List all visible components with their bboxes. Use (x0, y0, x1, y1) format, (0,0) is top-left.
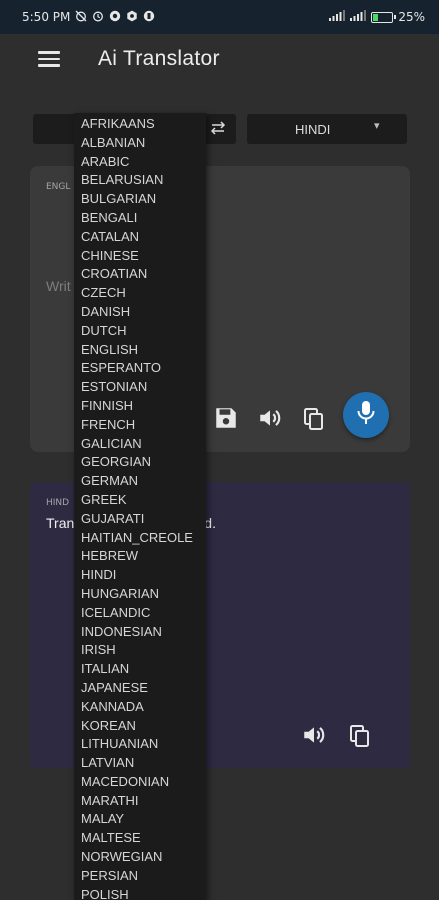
language-option[interactable]: ARABIC (74, 153, 206, 172)
language-option[interactable]: HUNGARIAN (74, 585, 206, 604)
language-option[interactable]: ALBANIAN (74, 134, 206, 153)
language-option[interactable]: POLISH (74, 886, 206, 900)
source-text-input[interactable]: Writ (46, 278, 71, 294)
mic-button[interactable] (343, 392, 389, 438)
status-bar-right: 25% (329, 10, 425, 24)
language-option[interactable]: GREEK (74, 491, 206, 510)
language-option[interactable]: AFRIKAANS (74, 115, 206, 134)
language-option[interactable]: CZECH (74, 284, 206, 303)
language-option[interactable]: DUTCH (74, 322, 206, 341)
language-option[interactable]: CROATIAN (74, 265, 206, 284)
speaker-icon[interactable] (300, 722, 328, 752)
battery-charging-icon (371, 11, 397, 23)
language-dropdown-list[interactable]: AFRIKAANS ALBANIAN ARABIC BELARUSIAN BULGARI… (74, 113, 206, 900)
settings-icon (126, 10, 138, 24)
language-option[interactable]: NORWEGIAN (74, 848, 206, 867)
save-icon[interactable] (213, 405, 239, 435)
app-bar: Ai Translator (0, 34, 439, 88)
target-language-value: HINDI (295, 122, 331, 137)
mic-icon (356, 400, 376, 430)
language-option[interactable]: FINNISH (74, 397, 206, 416)
copy-icon[interactable] (349, 724, 371, 752)
language-option[interactable]: ENGLISH (74, 341, 206, 360)
language-option[interactable]: ESTONIAN (74, 378, 206, 397)
battery-percent: 25% (398, 10, 425, 24)
language-option[interactable]: KANNADA (74, 698, 206, 717)
source-language-label: ENGL (46, 182, 71, 192)
hamburger-menu-icon[interactable] (38, 51, 60, 69)
language-option[interactable]: GALICIAN (74, 435, 206, 454)
language-option[interactable]: GUJARATI (74, 510, 206, 529)
target-language-label: HIND (46, 498, 70, 508)
target-language-select[interactable]: HINDI ▾ (247, 114, 407, 144)
language-option[interactable]: CHINESE (74, 247, 206, 266)
language-option[interactable]: ESPERANTO (74, 359, 206, 378)
language-option[interactable]: LATVIAN (74, 754, 206, 773)
language-option[interactable]: MACEDONIAN (74, 773, 206, 792)
alarm-icon (92, 10, 104, 24)
chevron-down-icon: ▾ (374, 120, 380, 132)
language-dropdown-items: AFRIKAANS ALBANIAN ARABIC BELARUSIAN BULGARI… (74, 115, 206, 900)
language-option[interactable]: HINDI (74, 566, 206, 585)
alarm-off-icon (75, 10, 87, 24)
language-option[interactable]: HEBREW (74, 547, 206, 566)
signal-icon (350, 10, 367, 24)
language-option[interactable]: DANISH (74, 303, 206, 322)
language-option[interactable]: INDONESIAN (74, 623, 206, 642)
copy-icon[interactable] (303, 407, 325, 435)
language-option[interactable]: KOREAN (74, 717, 206, 736)
status-bar-left: 5:50 PM (22, 10, 155, 24)
language-option[interactable]: GERMAN (74, 472, 206, 491)
app-title: Ai Translator (98, 47, 220, 70)
language-option[interactable]: MALTESE (74, 829, 206, 848)
language-option[interactable]: IRISH (74, 641, 206, 660)
signal-icon (329, 10, 346, 24)
language-option[interactable]: BELARUSIAN (74, 171, 206, 190)
speaker-icon[interactable] (256, 405, 284, 435)
status-bar: 5:50 PM 25% (0, 0, 439, 34)
language-option[interactable]: HAITIAN_CREOLE (74, 529, 206, 548)
status-time: 5:50 PM (22, 10, 71, 24)
language-option[interactable]: BULGARIAN (74, 190, 206, 209)
battery-level (373, 13, 378, 21)
translated-text-tail: d. (204, 515, 216, 531)
notification-icon (109, 10, 121, 24)
language-option[interactable]: MALAY (74, 810, 206, 829)
language-option[interactable]: GEORGIAN (74, 453, 206, 472)
language-option[interactable]: CATALAN (74, 228, 206, 247)
language-option[interactable]: ICELANDIC (74, 604, 206, 623)
language-option[interactable]: ITALIAN (74, 660, 206, 679)
language-option[interactable]: FRENCH (74, 416, 206, 435)
language-option[interactable]: BENGALI (74, 209, 206, 228)
swap-arrows-icon[interactable] (210, 120, 226, 139)
language-option[interactable]: PERSIAN (74, 867, 206, 886)
translated-text-head: Tran (46, 515, 75, 531)
language-option[interactable]: MARATHI (74, 792, 206, 811)
language-option[interactable]: JAPANESE (74, 679, 206, 698)
language-option[interactable]: LITHUANIAN (74, 735, 206, 754)
notification-icon (143, 10, 155, 24)
